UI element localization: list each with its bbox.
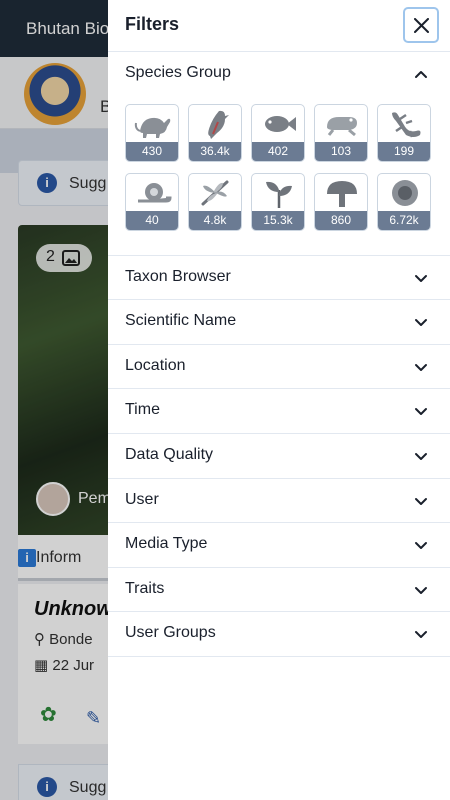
- species-count: 430: [126, 141, 178, 161]
- species-count: 6.72k: [378, 210, 430, 230]
- section-traits[interactable]: Traits: [108, 568, 450, 613]
- section-location[interactable]: Location: [108, 345, 450, 390]
- chevron-down-icon: [415, 274, 427, 282]
- section-label: User: [125, 490, 159, 508]
- species-tile-fish[interactable]: 402: [251, 103, 305, 162]
- drawer-header: Filters: [108, 0, 450, 52]
- species-count: 15.3k: [252, 210, 304, 230]
- section-label: Taxon Browser: [125, 267, 231, 285]
- species-count: 4.8k: [189, 210, 241, 230]
- species-tile-birds[interactable]: 36.4k: [188, 103, 242, 162]
- section-data-quality[interactable]: Data Quality: [108, 434, 450, 479]
- close-button[interactable]: [403, 7, 439, 43]
- species-count: 40: [126, 210, 178, 230]
- chevron-down-icon: [415, 497, 427, 505]
- section-user[interactable]: User: [108, 479, 450, 524]
- species-tile-others[interactable]: 6.72k: [377, 172, 431, 231]
- filters-drawer: Filters Species Group 430 36.4k 402 103 …: [108, 0, 450, 800]
- close-icon: [414, 18, 429, 33]
- species-tile-insects[interactable]: 4.8k: [188, 172, 242, 231]
- chevron-down-icon: [415, 631, 427, 639]
- section-label: Data Quality: [125, 445, 214, 463]
- section-label: Scientific Name: [125, 312, 237, 330]
- species-tile-fungi[interactable]: 860: [314, 172, 368, 231]
- insect-icon: [201, 180, 229, 206]
- section-label: Traits: [125, 579, 165, 597]
- species-group-section: Species Group 430 36.4k 402 103 199 40 4…: [108, 52, 450, 256]
- section-label: Location: [125, 356, 186, 374]
- species-count: 860: [315, 210, 367, 230]
- species-tile-reptiles[interactable]: 199: [377, 103, 431, 162]
- section-user-groups[interactable]: User Groups: [108, 612, 450, 657]
- species-grid: 430 36.4k 402 103 199 40 4.8k 15.3k 860 …: [108, 96, 450, 255]
- species-tile-mammals[interactable]: 430: [125, 103, 179, 162]
- section-scientific-name[interactable]: Scientific Name: [108, 300, 450, 345]
- reptile-icon: [392, 111, 421, 137]
- species-count: 36.4k: [189, 141, 241, 161]
- chevron-down-icon: [415, 542, 427, 550]
- mollusc-icon: [138, 182, 172, 203]
- chevron-down-icon: [415, 319, 427, 327]
- species-count: 199: [378, 141, 430, 161]
- species-count: 103: [315, 141, 367, 161]
- chevron-up-icon: [415, 71, 427, 78]
- bird-icon: [208, 110, 229, 139]
- chevron-down-icon: [415, 408, 427, 416]
- species-count: 402: [252, 141, 304, 161]
- other-icon: [392, 179, 418, 206]
- section-label: Species Group: [125, 64, 231, 81]
- species-tile-amphibians[interactable]: 103: [314, 103, 368, 162]
- section-time[interactable]: Time: [108, 389, 450, 434]
- species-tile-molluscs[interactable]: 40: [125, 172, 179, 231]
- section-label: User Groups: [125, 624, 216, 642]
- section-label: Media Type: [125, 535, 208, 553]
- plant-icon: [266, 181, 292, 208]
- section-taxon-browser[interactable]: Taxon Browser: [108, 256, 450, 301]
- mammal-icon: [134, 117, 171, 138]
- drawer-title: Filters: [125, 14, 180, 34]
- section-label: Time: [125, 401, 160, 419]
- amphibian-icon: [327, 116, 357, 136]
- species-tile-plants[interactable]: 15.3k: [251, 172, 305, 231]
- section-media-type[interactable]: Media Type: [108, 523, 450, 568]
- fungi-icon: [327, 180, 357, 207]
- fish-icon: [265, 115, 296, 132]
- species-group-header[interactable]: Species Group: [108, 52, 450, 96]
- chevron-down-icon: [415, 452, 427, 460]
- chevron-down-icon: [415, 586, 427, 594]
- chevron-down-icon: [415, 363, 427, 371]
